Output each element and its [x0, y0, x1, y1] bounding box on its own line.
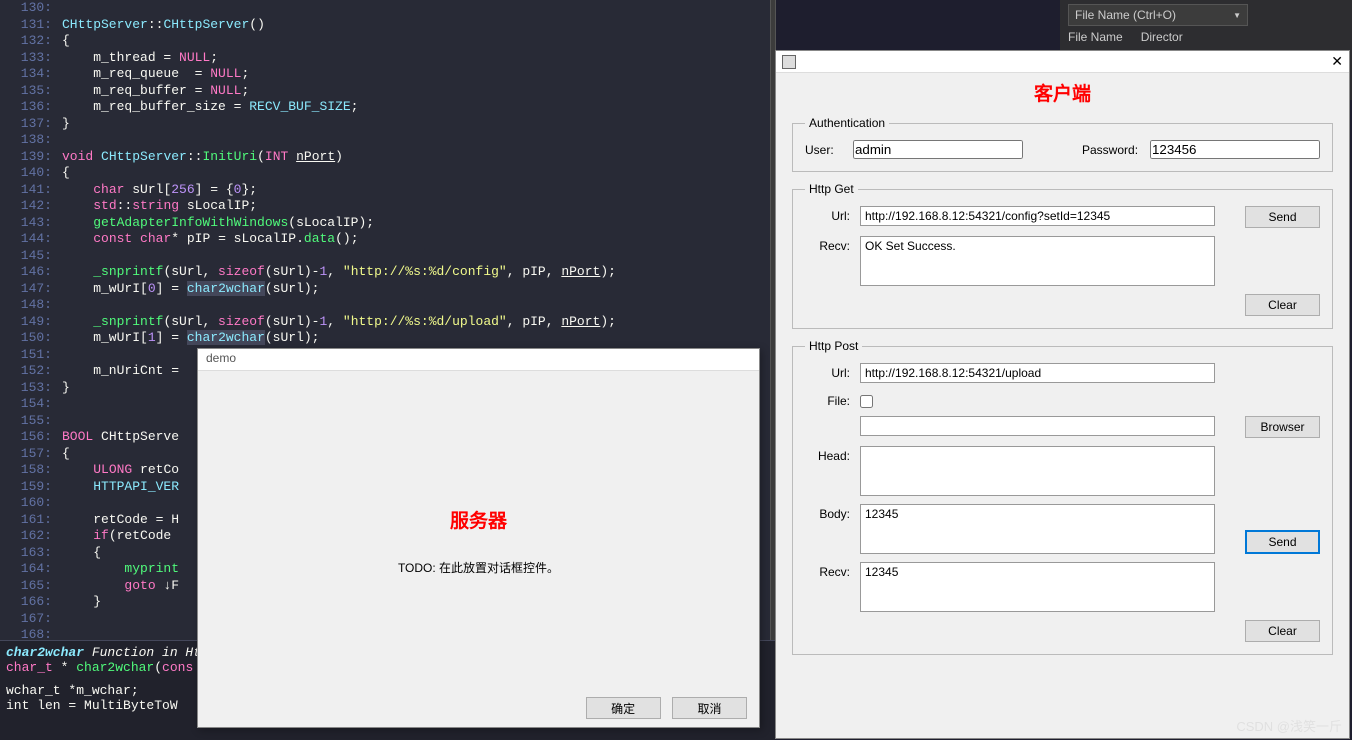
authentication-legend: Authentication	[805, 116, 889, 130]
post-file-label: File:	[805, 391, 860, 408]
password-label: Password:	[1082, 143, 1150, 157]
post-file-path-input[interactable]	[860, 416, 1215, 436]
post-head-textarea[interactable]	[860, 446, 1215, 496]
ok-button[interactable]: 确定	[586, 697, 661, 719]
http-post-legend: Http Post	[805, 339, 862, 353]
server-dialog-title: demo	[206, 351, 236, 365]
filename-placeholder: File Name (Ctrl+O)	[1075, 8, 1176, 22]
server-dialog-titlebar[interactable]: demo	[198, 349, 759, 371]
server-todo-text: TODO: 在此放置对话框控件。	[398, 559, 559, 576]
user-input[interactable]	[853, 140, 1023, 159]
chevron-down-icon: ▼	[1233, 11, 1241, 20]
get-send-button[interactable]: Send	[1245, 206, 1320, 228]
line-gutter: 130:131:132:133:134:135:136:137:138:139:…	[0, 0, 60, 640]
post-send-button[interactable]: Send	[1245, 530, 1320, 554]
column-director[interactable]: Director	[1141, 30, 1183, 44]
post-file-checkbox[interactable]	[860, 395, 873, 408]
post-head-label: Head:	[805, 446, 860, 463]
http-post-group: Http Post Url: File: Browser Head: Body:…	[792, 339, 1333, 655]
password-input[interactable]	[1150, 140, 1320, 159]
post-clear-button[interactable]: Clear	[1245, 620, 1320, 642]
authentication-group: Authentication User: Password:	[792, 116, 1333, 172]
http-get-legend: Http Get	[805, 182, 858, 196]
post-browser-button[interactable]: Browser	[1245, 416, 1320, 438]
server-label: 服务器	[450, 506, 507, 533]
get-recv-label: Recv:	[805, 236, 860, 253]
client-dialog-titlebar[interactable]: ✕	[776, 51, 1349, 73]
server-dialog: demo 服务器 TODO: 在此放置对话框控件。 确定 取消	[197, 348, 760, 728]
post-url-label: Url:	[805, 363, 860, 380]
app-icon	[782, 55, 796, 69]
post-recv-textarea[interactable]: 12345	[860, 562, 1215, 612]
post-body-label: Body:	[805, 504, 860, 521]
cancel-button[interactable]: 取消	[672, 697, 747, 719]
get-url-input[interactable]	[860, 206, 1215, 226]
filename-combo[interactable]: File Name (Ctrl+O) ▼	[1068, 4, 1248, 26]
client-title: 客户端	[776, 79, 1349, 106]
close-icon[interactable]: ✕	[1331, 53, 1343, 70]
post-url-input[interactable]	[860, 363, 1215, 383]
get-clear-button[interactable]: Clear	[1245, 294, 1320, 316]
post-body-textarea[interactable]: 12345	[860, 504, 1215, 554]
client-dialog: ✕ 客户端 Authentication User: Password: Htt…	[775, 50, 1350, 739]
post-recv-label: Recv:	[805, 562, 860, 579]
column-filename[interactable]: File Name	[1068, 30, 1123, 44]
watermark: CSDN @浅笑一斤	[1236, 716, 1342, 735]
get-recv-textarea[interactable]: OK Set Success.	[860, 236, 1215, 286]
http-get-group: Http Get Url: Send Recv: OK Set Success.…	[792, 182, 1333, 329]
user-label: User:	[805, 143, 853, 157]
get-url-label: Url:	[805, 206, 860, 223]
